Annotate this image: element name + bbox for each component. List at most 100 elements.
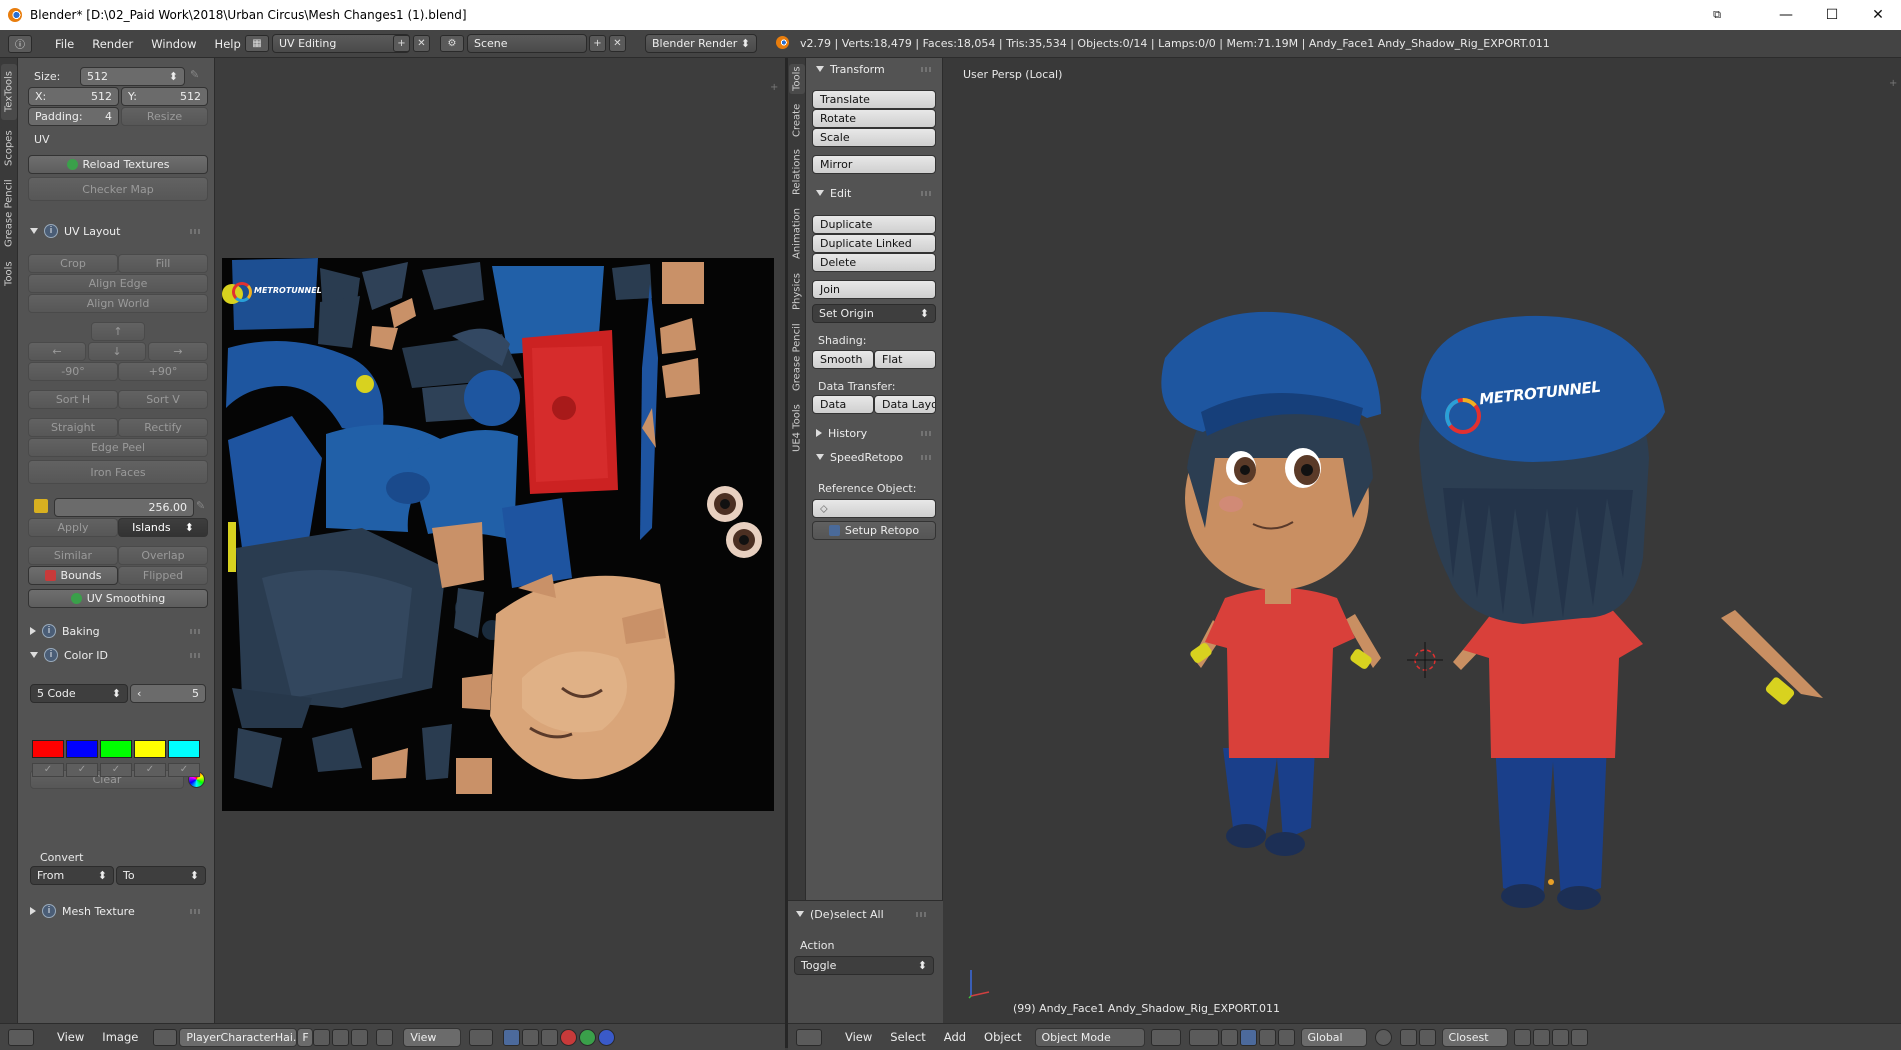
remove-scene-icon[interactable]: ✕ (609, 35, 626, 52)
add-scene-icon[interactable]: + (589, 35, 606, 52)
align-top-button[interactable]: ↑ (91, 322, 145, 341)
scene-field[interactable]: Scene (467, 34, 587, 53)
action-select[interactable]: Toggle ⬍ (794, 956, 934, 975)
tab-physics[interactable]: Physics (789, 270, 805, 314)
color-swatch-green[interactable] (100, 740, 132, 758)
snap-icon[interactable] (1418, 1028, 1436, 1046)
mirror-button[interactable]: Mirror (812, 155, 936, 174)
convert-from-select[interactable]: From ⬍ (30, 866, 114, 885)
tab-grease-pencil-3d[interactable]: Grease Pencil (789, 320, 805, 394)
menu-select[interactable]: Select (881, 1030, 934, 1044)
align-edge-button[interactable]: Align Edge (28, 274, 208, 293)
tab-grease-pencil[interactable]: Grease Pencil (1, 176, 17, 250)
rectify-button[interactable]: Rectify (118, 418, 208, 437)
opengl-render-icon[interactable] (1570, 1028, 1588, 1046)
data-layout-button[interactable]: Data Layo (874, 395, 936, 414)
pin-icon[interactable] (376, 1028, 394, 1046)
setup-retopo-button[interactable]: Setup Retopo (812, 521, 936, 540)
baking-header[interactable]: i Baking (30, 620, 210, 642)
tab-scopes[interactable]: Scopes (1, 126, 17, 170)
assign-color-2-button[interactable]: ✓ (66, 763, 98, 777)
bounds-button[interactable]: Bounds (28, 566, 118, 585)
align-bottom-button[interactable]: ↓ (88, 342, 146, 361)
editor-type-icon[interactable] (8, 1028, 34, 1046)
maximize-button[interactable]: ☐ (1809, 0, 1855, 30)
camera-icon[interactable] (1551, 1028, 1569, 1046)
screen-layout-icon[interactable]: ▦ (245, 35, 269, 52)
transform-orientation-select[interactable]: Global (1300, 1027, 1367, 1047)
fake-user-button[interactable]: F (297, 1027, 314, 1047)
rotate-plus-90-button[interactable]: +90° (118, 362, 208, 381)
color-swatch-yellow[interactable] (134, 740, 166, 758)
tab-tools-3d[interactable]: Tools (789, 64, 805, 94)
set-origin-select[interactable]: Set Origin ⬍ (812, 304, 936, 323)
menu-add[interactable]: Add (935, 1030, 975, 1044)
align-right-button[interactable]: → (148, 342, 208, 361)
size-select[interactable]: 512 ⬍ (80, 67, 185, 86)
delete-button[interactable]: Delete (812, 253, 936, 272)
speedretopo-header[interactable]: SpeedRetopo (816, 446, 941, 468)
3d-viewport[interactable]: User Persp (Local) + METROTUNNEL (99) An… (943, 58, 1901, 1023)
display-channels-icon[interactable] (503, 1028, 521, 1046)
color-swatch-cyan[interactable] (168, 740, 200, 758)
join-button[interactable]: Join (812, 280, 936, 299)
align-left-button[interactable]: ← (28, 342, 86, 361)
menu-window[interactable]: Window (142, 37, 205, 51)
menu-object[interactable]: Object (975, 1030, 1030, 1044)
close-button[interactable]: ✕ (1855, 0, 1901, 30)
tab-relations[interactable]: Relations (789, 146, 805, 198)
tab-tools[interactable]: Tools (1, 256, 17, 292)
drag-handle-icon[interactable] (190, 908, 200, 914)
image-name-field[interactable]: PlayerCharacterHai... (179, 1027, 303, 1047)
checker-map-button[interactable]: Checker Map (28, 177, 208, 201)
reference-object-field[interactable]: ⬦ (812, 499, 936, 518)
menu-view-uv[interactable]: View (48, 1030, 93, 1044)
render-animation-icon[interactable] (1532, 1028, 1550, 1046)
tab-ue4-tools[interactable]: UE4 Tools (789, 400, 805, 456)
open-image-icon[interactable] (332, 1028, 350, 1046)
padding-field[interactable]: Padding: 4 (28, 107, 119, 126)
deselect-all-header[interactable]: (De)select All (796, 903, 936, 925)
edge-peel-button[interactable]: Edge Peel (28, 438, 208, 457)
assign-color-3-button[interactable]: ✓ (100, 763, 132, 777)
minimize-button[interactable]: — (1763, 0, 1809, 30)
manipulator-toggle-icon[interactable] (1220, 1028, 1238, 1046)
sort-v-button[interactable]: Sort V (118, 390, 208, 409)
mesh-texture-header[interactable]: i Mesh Texture (30, 900, 210, 922)
blue-channel-icon[interactable] (598, 1028, 616, 1046)
eyedropper-icon[interactable]: ✎ (196, 499, 205, 512)
tab-create[interactable]: Create (789, 100, 805, 140)
fill-button[interactable]: Fill (118, 254, 208, 273)
tab-textools[interactable]: TexTools (1, 64, 17, 120)
uv-layout-header[interactable]: i UV Layout (30, 220, 210, 242)
scale-button[interactable]: Scale (812, 128, 936, 147)
drag-handle-icon[interactable] (921, 454, 931, 460)
snap-target-select[interactable]: Closest (1441, 1027, 1508, 1047)
assign-color-4-button[interactable]: ✓ (134, 763, 166, 777)
uv-texture-image[interactable]: METROTUNNEL (222, 258, 774, 811)
green-channel-icon[interactable] (579, 1028, 597, 1046)
render-engine-select[interactable]: Blender Render ⬍ (645, 34, 757, 53)
region-toggle-icon[interactable]: + (770, 82, 778, 93)
menu-render[interactable]: Render (83, 37, 142, 51)
menu-help[interactable]: Help (206, 37, 250, 51)
rotate-minus-90-button[interactable]: -90° (28, 362, 118, 381)
pivot-icon[interactable] (469, 1028, 494, 1046)
z-buffer-icon[interactable] (541, 1028, 559, 1046)
pivot-point-icon[interactable] (1188, 1028, 1219, 1046)
eyedropper-icon[interactable]: ✎ (190, 68, 207, 85)
drag-handle-icon[interactable] (921, 190, 931, 196)
reload-textures-button[interactable]: Reload Textures (28, 155, 208, 174)
editor-type-icon[interactable] (796, 1028, 822, 1046)
add-layout-icon[interactable]: + (393, 35, 410, 52)
resize-button[interactable]: Resize (121, 107, 208, 126)
render-icon[interactable] (1513, 1028, 1531, 1046)
edit-header[interactable]: Edit (816, 182, 941, 204)
menu-view-3d[interactable]: View (836, 1030, 881, 1044)
align-world-button[interactable]: Align World (28, 294, 208, 313)
assign-color-1-button[interactable]: ✓ (32, 763, 64, 777)
duplicate-button[interactable]: Duplicate (812, 215, 936, 234)
drag-handle-icon[interactable] (916, 911, 926, 917)
alpha-icon[interactable] (522, 1028, 540, 1046)
remove-layout-icon[interactable]: ✕ (413, 35, 430, 52)
